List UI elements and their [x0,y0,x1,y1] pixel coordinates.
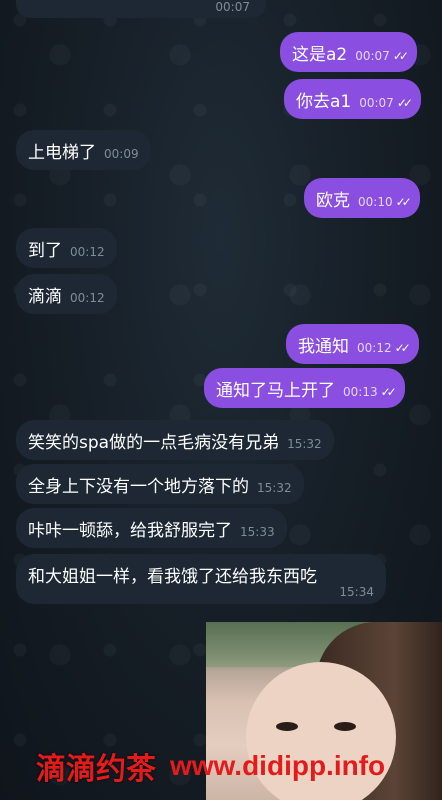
read-checkmarks-icon: ✓✓ [396,96,413,110]
message-time: 00:10 [358,195,393,209]
read-checkmarks-icon: ✓✓ [392,49,409,63]
message-time: 00:12 [70,291,105,305]
incoming-message[interactable]: 上电梯了 00:09 [16,130,151,170]
message-text: 到了 [28,240,62,261]
message-text: 全身上下没有一个地方落下的 [28,476,249,497]
photo-eye [276,722,298,731]
incoming-message[interactable]: 和大姐姐一样，看我饿了还给我东西吃 15:34 [16,554,386,604]
message-time: 15:34 [339,585,374,599]
read-checkmarks-icon: ✓✓ [394,341,411,355]
message-text: 和大姐姐一样，看我饿了还给我东西吃 [28,567,317,587]
message-text: 我通知 [298,336,349,357]
message-text: 通知了马上开了 [216,380,335,401]
outgoing-message[interactable]: 这是a2 00:07 ✓✓ [280,32,417,72]
outgoing-message[interactable]: 我通知 00:12 ✓✓ [286,324,419,364]
outgoing-message[interactable]: 通知了马上开了 00:13 ✓✓ [204,368,405,408]
message-text: 咔咔一顿舔，给我舒服完了 [28,520,232,541]
outgoing-message[interactable]: 你去a1 00:07 ✓✓ [284,79,421,119]
watermark-url: www.didipp.info [170,750,386,781]
message-time: 00:12 [70,245,105,259]
incoming-message[interactable]: 笑笑的spa做的一点毛病没有兄弟 15:32 [16,420,334,460]
watermark-overlay: 滴滴约茶 www.didipp.info [36,744,385,788]
message-time: 15:33 [240,525,275,539]
message-time: 00:07 [359,96,394,110]
message-time: 00:09 [104,147,139,161]
incoming-message[interactable]: 滴滴 00:12 [16,274,117,314]
message-time: 15:32 [257,481,292,495]
watermark-brand: 滴滴约茶 [36,753,156,786]
read-checkmarks-icon: ✓✓ [395,195,412,209]
message-text: 你去a1 [296,91,352,112]
incoming-message[interactable]: 到了 00:12 [16,228,117,268]
incoming-message[interactable]: 全身上下没有一个地方落下的 15:32 [16,464,304,504]
outgoing-message[interactable]: 欧克 00:10 ✓✓ [304,178,420,218]
message-time: 00:07 [215,0,250,14]
photo-eye [334,722,356,731]
message-time: 00:12 [357,341,392,355]
read-checkmarks-icon: ✓✓ [380,385,397,399]
message-text: 欧克 [316,190,350,211]
message-time: 15:32 [287,437,322,451]
message-text: 滴滴 [28,286,62,307]
incoming-message[interactable]: 咔咔一顿舔，给我舒服完了 15:33 [16,508,287,548]
message-time: 00:07 [355,49,390,63]
message-text: 上电梯了 [28,142,96,163]
previous-message-fragment[interactable]: 00:07 [16,0,266,18]
message-time: 00:13 [343,385,378,399]
message-text: 笑笑的spa做的一点毛病没有兄弟 [28,432,280,453]
message-text: 这是a2 [292,44,348,65]
